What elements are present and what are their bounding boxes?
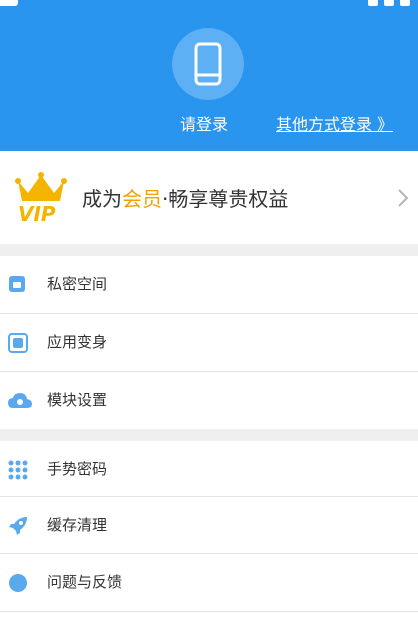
signal-icon [368, 0, 378, 6]
wifi-icon [384, 0, 394, 6]
other-login-link[interactable]: 其他方式登录 》 [276, 114, 393, 136]
menu-item-gesture-password[interactable]: 手势密码 [0, 441, 418, 498]
menu-item-label: 应用变身 [47, 333, 108, 351]
vip-promo-row[interactable]: VIP 成为会员·畅享尊贵权益 [0, 151, 418, 244]
app-disguise-icon [8, 333, 28, 353]
menu-item-label: 手势密码 [47, 460, 108, 478]
rocket-icon [9, 517, 27, 535]
pattern-grid-icon [8, 460, 28, 480]
menu-item-label: 模块设置 [47, 391, 108, 409]
menu-item-label: 私密空间 [47, 275, 108, 293]
login-button[interactable]: 请登录 [180, 114, 228, 136]
menu-item-feedback[interactable]: 问题与反馈 [0, 554, 418, 611]
menu-item-module-settings[interactable]: 模块设置 [0, 372, 418, 429]
status-bar-indicator [0, 0, 18, 6]
menu-item-clear-cache[interactable]: 缓存清理 [0, 497, 418, 554]
section-gap [0, 429, 418, 441]
section-gap [0, 244, 418, 256]
battery-icon [400, 0, 410, 6]
cloud-gear-icon [8, 393, 32, 408]
vip-badge-text: VIP [18, 202, 56, 223]
menu-item-app-disguise[interactable]: 应用变身 [0, 314, 418, 371]
divider [0, 611, 418, 612]
header: 请登录 其他方式登录 》 [0, 0, 418, 151]
menu-item-label: 缓存清理 [47, 516, 108, 534]
vip-crown-icon: VIP [15, 172, 67, 223]
chevron-right-icon [398, 189, 409, 207]
avatar[interactable] [172, 28, 244, 100]
phone-icon [194, 42, 222, 86]
menu-item-label: 问题与反馈 [47, 573, 123, 591]
menu-item-private-space[interactable]: 私密空间 [0, 256, 418, 313]
vip-title: 成为会员·畅享尊贵权益 [82, 187, 289, 211]
status-bar-icons [368, 0, 410, 6]
feedback-icon [9, 574, 27, 592]
lock-folder-icon [9, 276, 25, 292]
